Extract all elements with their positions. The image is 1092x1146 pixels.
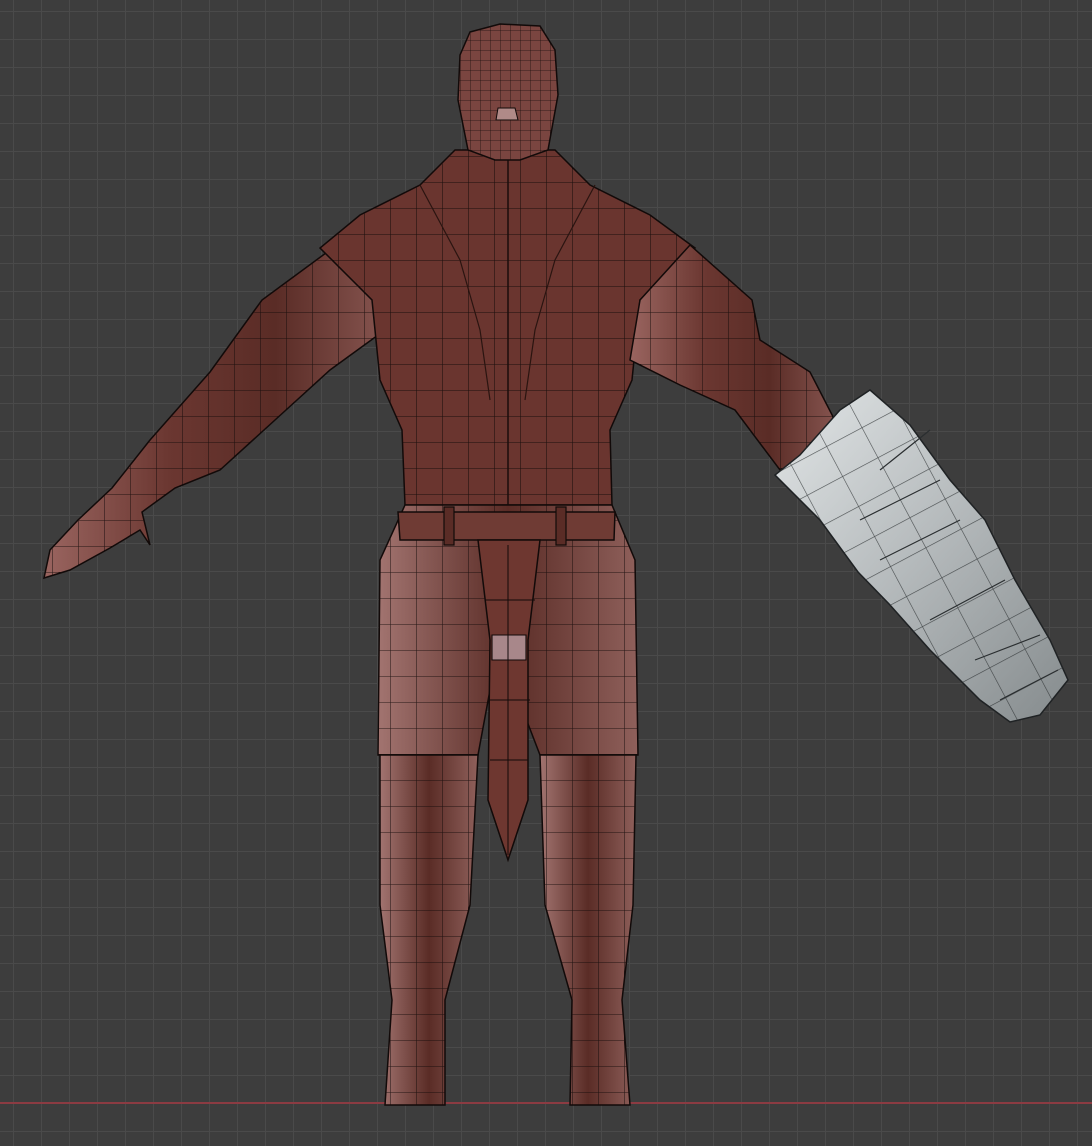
right-arm — [629, 243, 847, 471]
3d-viewport[interactable] — [0, 0, 1092, 1146]
stone-gauntlet — [773, 389, 1069, 723]
left-leg — [379, 754, 479, 1106]
right-leg — [539, 754, 637, 1106]
head — [457, 23, 559, 161]
left-arm — [42, 249, 401, 580]
character-mesh[interactable] — [0, 0, 1092, 1146]
